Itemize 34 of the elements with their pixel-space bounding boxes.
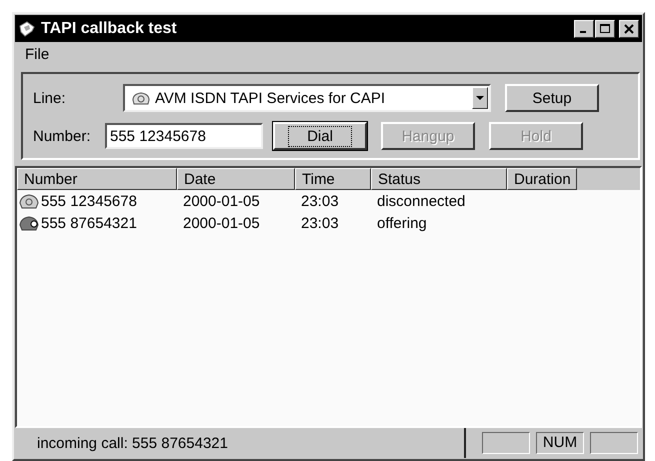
status-pane (482, 432, 530, 454)
telephone-icon (18, 20, 36, 38)
status-pane (590, 432, 638, 454)
menu-item[interactable]: File (25, 46, 50, 62)
line-dropdown[interactable]: AVM ISDN TAPI Services for CAPI (123, 84, 491, 112)
close-button[interactable] (619, 20, 639, 38)
line-label: Line: (33, 90, 67, 106)
minimize-icon (580, 31, 586, 33)
maximize-button[interactable] (595, 20, 615, 38)
table-cell: 555 87654321 (41, 214, 137, 232)
num-lock-indicator: NUM (536, 432, 584, 454)
number-field[interactable]: 555 12345678 (105, 123, 263, 149)
table-cell: 23:03 (301, 192, 339, 210)
dropdown-arrow-icon (476, 96, 484, 100)
column-header[interactable]: Number (17, 168, 177, 190)
column-header[interactable]: Date (177, 168, 295, 190)
status-message: incoming call: 555 87654321 (36, 434, 229, 452)
number-label: Number: (33, 128, 92, 144)
table-cell: 555 12345678 (41, 192, 137, 210)
table-cell: 2000-01-05 (183, 214, 260, 232)
table-cell: 23:03 (301, 214, 339, 232)
column-header[interactable]: Duration (507, 168, 577, 190)
window-title: TAPI callback test (41, 20, 178, 38)
action-button[interactable]: Dial (273, 122, 367, 150)
setup-button[interactable]: Setup (505, 84, 599, 112)
column-header[interactable]: Time (295, 168, 371, 190)
minimize-button[interactable] (574, 20, 594, 38)
close-icon (624, 24, 634, 34)
phone-icon (131, 90, 151, 106)
column-header[interactable]: Status (371, 168, 507, 190)
table-cell: disconnected (377, 192, 466, 210)
maximize-icon (600, 24, 610, 34)
table-cell: 2000-01-05 (183, 192, 260, 210)
table-cell: offering (377, 214, 427, 232)
